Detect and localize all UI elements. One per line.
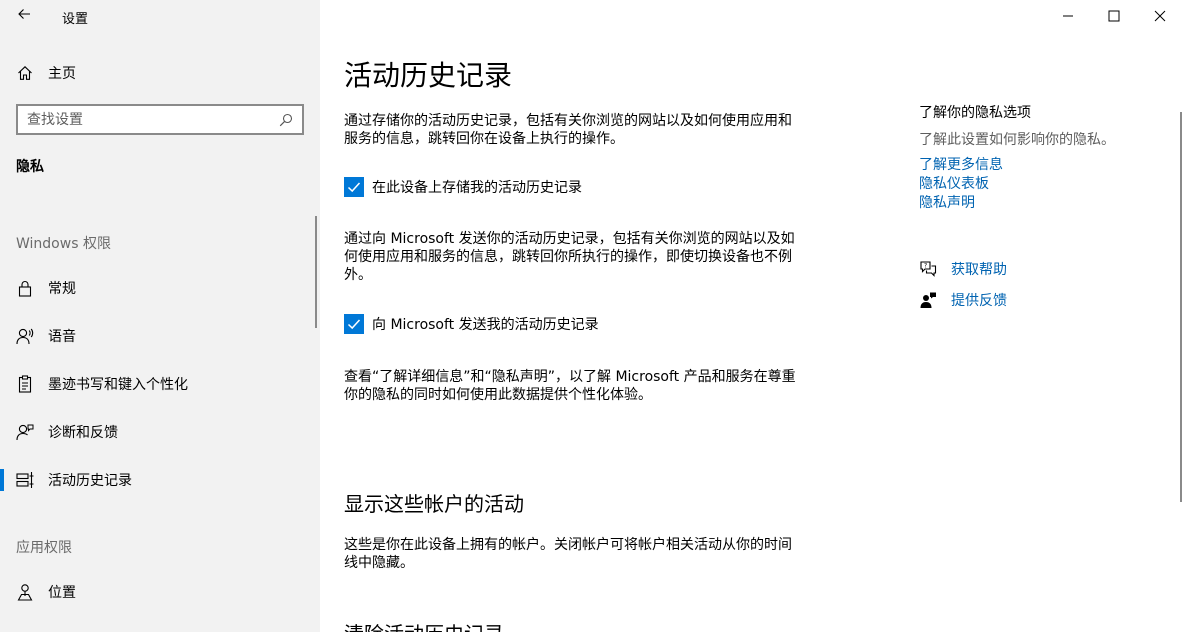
sidebar-item-label: 常规	[48, 281, 76, 297]
minimize-button[interactable]	[1045, 0, 1091, 32]
sidebar-item-general[interactable]: 常规	[0, 268, 320, 308]
description-accounts: 这些是你在此设备上拥有的帐户。关闭帐户可将帐户相关活动从你的时间线中隐藏。	[344, 537, 792, 571]
give-feedback-label: 提供反馈	[951, 293, 1007, 309]
sidebar-scrollbar[interactable]	[315, 216, 317, 328]
checkbox-checked-icon	[344, 177, 364, 197]
send-history-label: 向 Microsoft 发送我的活动历史记录	[372, 317, 599, 333]
sidebar-item-inking-typing[interactable]: 墨迹书写和键入个性化	[0, 364, 320, 404]
sidebar-item-activity-history[interactable]: 活动历史记录	[0, 460, 320, 500]
close-button[interactable]	[1137, 0, 1183, 32]
current-section-heading: 隐私	[16, 159, 44, 175]
sidebar-item-speech[interactable]: 语音	[0, 316, 320, 356]
minimize-icon	[1062, 7, 1074, 26]
give-feedback-link[interactable]: 提供反馈	[919, 290, 1007, 310]
checkbox-checked-icon	[344, 314, 364, 334]
maximize-icon	[1108, 7, 1120, 26]
nav-home-label: 主页	[48, 66, 76, 82]
maximize-button[interactable]	[1091, 0, 1137, 32]
lock-icon	[16, 279, 34, 297]
home-icon	[16, 64, 34, 82]
store-history-label: 在此设备上存储我的活动历史记录	[372, 180, 582, 196]
group-header-windows: Windows 权限	[16, 236, 111, 252]
app-title: 设置	[62, 12, 89, 27]
timeline-icon	[16, 471, 34, 489]
speech-icon	[16, 327, 34, 345]
related-description: 了解此设置如何影响你的隐私。	[919, 132, 1115, 148]
page-title: 活动历史记录	[344, 59, 513, 92]
sidebar-item-diagnostics[interactable]: 诊断和反馈	[0, 412, 320, 452]
sidebar-item-label: 诊断和反馈	[48, 425, 118, 441]
location-icon	[16, 583, 34, 601]
selection-indicator	[0, 469, 4, 491]
search-icon[interactable]	[276, 110, 296, 130]
back-arrow-icon	[16, 6, 32, 26]
nav-home[interactable]: 主页	[0, 53, 320, 93]
clipboard-icon	[16, 375, 34, 393]
settings-window: 设置 主页 隐私 Windows 权限 常规 语音	[0, 0, 1183, 632]
person-feedback-icon	[16, 423, 34, 441]
sidebar-item-label: 活动历史记录	[48, 473, 132, 489]
search-box	[16, 104, 304, 135]
description-send: 通过向 Microsoft 发送你的活动历史记录，包括有关你浏览的网站以及如何使…	[344, 231, 795, 283]
sidebar: 设置 主页 隐私 Windows 权限 常规 语音	[0, 0, 320, 632]
window-controls	[1045, 0, 1183, 32]
get-help-label: 获取帮助	[951, 262, 1007, 278]
help-chat-icon: ?	[919, 260, 937, 278]
send-history-checkbox[interactable]: 向 Microsoft 发送我的活动历史记录	[344, 314, 599, 334]
get-help-link[interactable]: ? 获取帮助	[919, 259, 1007, 279]
main-content: 活动历史记录 通过存储你的活动历史记录，包括有关你浏览的网站以及如何使用应用和服…	[320, 0, 1183, 632]
link-learn-more[interactable]: 了解更多信息	[919, 154, 1003, 174]
back-button[interactable]	[8, 0, 40, 32]
store-history-checkbox[interactable]: 在此设备上存储我的活动历史记录	[344, 177, 582, 197]
sidebar-item-location[interactable]: 位置	[0, 572, 320, 612]
feedback-person-icon	[919, 291, 937, 309]
related-title: 了解你的隐私选项	[919, 105, 1031, 121]
section-title-accounts: 显示这些帐户的活动	[344, 492, 524, 516]
title-bar: 设置	[0, 0, 320, 32]
description-store: 通过存储你的活动历史记录，包括有关你浏览的网站以及如何使用应用和服务的信息，跳转…	[344, 113, 792, 147]
svg-text:?: ?	[924, 263, 927, 270]
sidebar-item-label: 墨迹书写和键入个性化	[48, 377, 188, 393]
search-input[interactable]	[18, 106, 276, 133]
link-privacy-dashboard[interactable]: 隐私仪表板	[919, 173, 989, 193]
sidebar-item-label: 语音	[48, 329, 76, 345]
close-icon	[1154, 7, 1166, 26]
description-privacy: 查看“了解详细信息”和“隐私声明”，以了解 Microsoft 产品和服务在尊重…	[344, 369, 796, 403]
link-privacy-statement[interactable]: 隐私声明	[919, 192, 975, 212]
sidebar-item-label: 位置	[48, 585, 76, 601]
section-title-clear: 清除活动历史记录	[344, 618, 504, 632]
group-header-app-permissions: 应用权限	[16, 540, 72, 556]
main-scrollbar[interactable]	[1180, 112, 1182, 502]
